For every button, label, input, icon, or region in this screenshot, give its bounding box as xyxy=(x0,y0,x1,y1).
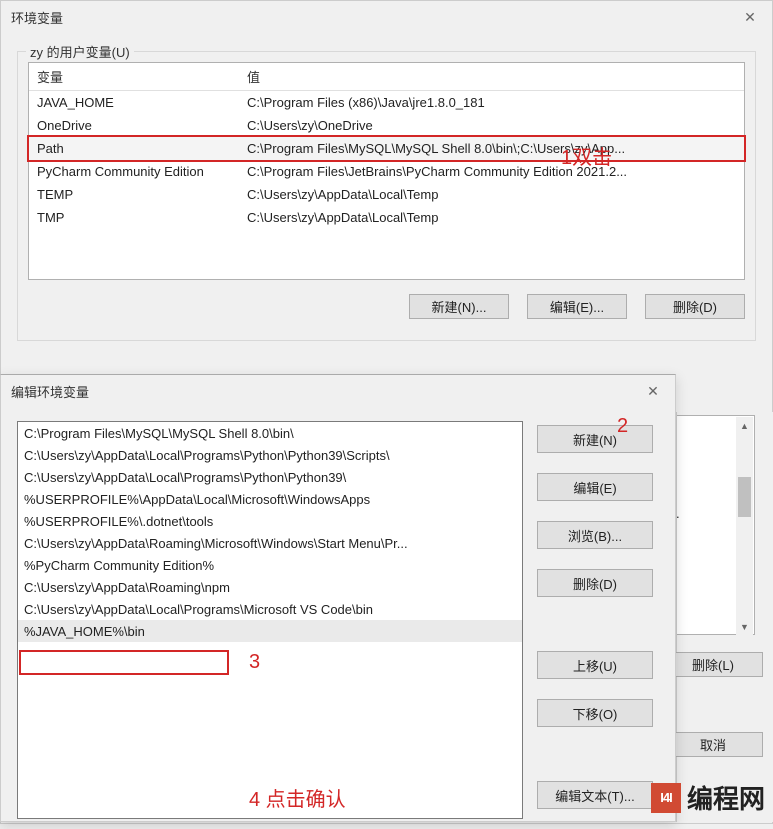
edit-titlebar: 编辑环境变量 ✕ xyxy=(1,375,675,407)
edit-text-button[interactable]: 编辑文本(T)... xyxy=(537,781,653,809)
user-vars-group-title: zy 的用户变量(U) xyxy=(26,42,134,61)
list-item[interactable]: %USERPROFILE%\.dotnet\tools xyxy=(18,510,522,532)
user-vars-group: zy 的用户变量(U) 变量 值 JAVA_HOME C:\Program Fi… xyxy=(17,51,756,341)
cell-var-name: TEMP xyxy=(37,187,247,202)
list-item[interactable]: %PyCharm Community Edition% xyxy=(18,554,522,576)
table-header: 变量 值 xyxy=(29,63,744,91)
main-title: 环境变量 xyxy=(11,8,63,27)
scrollbar-thumb[interactable] xyxy=(738,477,751,517)
edit-button[interactable]: 编辑(E) xyxy=(537,473,653,501)
cell-var-value: C:\Users\zy\OneDrive xyxy=(247,118,736,133)
move-down-button[interactable]: 下移(O) xyxy=(537,699,653,727)
table-row[interactable]: JAVA_HOME C:\Program Files (x86)\Java\jr… xyxy=(29,91,744,114)
close-icon[interactable]: ✕ xyxy=(639,381,667,401)
sys-delete-button[interactable]: 删除(L) xyxy=(663,652,763,677)
sys-cancel-button[interactable]: 取消 xyxy=(663,732,763,757)
list-item[interactable]: C:\Users\zy\AppData\Roaming\Microsoft\Wi… xyxy=(18,532,522,554)
edit-button[interactable]: 编辑(E)... xyxy=(527,294,627,319)
table-row-path[interactable]: Path C:\Program Files\MySQL\MySQL Shell … xyxy=(29,137,744,160)
delete-button[interactable]: 删除(D) xyxy=(645,294,745,319)
cell-var-name: TMP xyxy=(37,210,247,225)
main-titlebar: 环境变量 ✕ xyxy=(1,1,772,33)
move-up-button[interactable]: 上移(U) xyxy=(537,651,653,679)
close-icon[interactable]: ✕ xyxy=(736,7,764,27)
cell-var-value: C:\Program Files\MySQL\MySQL Shell 8.0\b… xyxy=(247,141,736,156)
list-item[interactable]: C:\Program Files\MySQL\MySQL Shell 8.0\b… xyxy=(18,422,522,444)
table-row[interactable]: OneDrive C:\Users\zy\OneDrive xyxy=(29,114,744,137)
list-item[interactable]: C:\Users\zy\AppData\Roaming\npm xyxy=(18,576,522,598)
browse-button[interactable]: 浏览(B)... xyxy=(537,521,653,549)
table-row[interactable]: PyCharm Community Edition C:\Program Fil… xyxy=(29,160,744,183)
system-vars-list-fragment[interactable]: ▲ ▼ ;C:\W... xyxy=(677,415,755,635)
table-row[interactable]: TEMP C:\Users\zy\AppData\Local\Temp xyxy=(29,183,744,206)
scroll-down-icon[interactable]: ▼ xyxy=(736,618,753,635)
list-item[interactable]: C:\Users\zy\AppData\Local\Programs\Pytho… xyxy=(18,466,522,488)
scrollbar[interactable]: ▲ ▼ xyxy=(736,417,753,635)
path-entries-list[interactable]: C:\Program Files\MySQL\MySQL Shell 8.0\b… xyxy=(17,421,523,819)
header-value[interactable]: 值 xyxy=(247,67,736,86)
list-item[interactable]: C:\Users\zy\AppData\Local\Programs\Micro… xyxy=(18,598,522,620)
new-button[interactable]: 新建(N) xyxy=(537,425,653,453)
edit-dialog-title: 编辑环境变量 xyxy=(11,382,89,401)
new-button[interactable]: 新建(N)... xyxy=(409,294,509,319)
list-item[interactable]: %USERPROFILE%\AppData\Local\Microsoft\Wi… xyxy=(18,488,522,510)
cell-var-name: Path xyxy=(37,141,247,156)
user-vars-table[interactable]: 变量 值 JAVA_HOME C:\Program Files (x86)\Ja… xyxy=(28,62,745,280)
cell-var-value: C:\Users\zy\AppData\Local\Temp xyxy=(247,210,736,225)
edit-dialog-buttons: 新建(N) 编辑(E) 浏览(B)... 删除(D) 上移(U) 下移(O) 编… xyxy=(537,421,653,819)
list-item[interactable]: C:\Users\zy\AppData\Local\Programs\Pytho… xyxy=(18,444,522,466)
cell-var-name: PyCharm Community Edition xyxy=(37,164,247,179)
scroll-up-icon[interactable]: ▲ xyxy=(736,417,753,434)
edit-dialog-body: C:\Program Files\MySQL\MySQL Shell 8.0\b… xyxy=(1,407,675,829)
cell-var-value: C:\Program Files (x86)\Java\jre1.8.0_181 xyxy=(247,95,736,110)
table-row[interactable]: TMP C:\Users\zy\AppData\Local\Temp xyxy=(29,206,744,229)
header-variable[interactable]: 变量 xyxy=(37,67,247,86)
cell-var-name: OneDrive xyxy=(37,118,247,133)
cell-var-value: C:\Users\zy\AppData\Local\Temp xyxy=(247,187,736,202)
system-vars-partial: ▲ ▼ ;C:\W... 删除(L) 取消 xyxy=(676,412,773,822)
list-item-java-home[interactable]: %JAVA_HOME%\bin xyxy=(18,620,522,642)
cell-var-name: JAVA_HOME xyxy=(37,95,247,110)
delete-button[interactable]: 删除(D) xyxy=(537,569,653,597)
edit-env-var-dialog: 编辑环境变量 ✕ C:\Program Files\MySQL\MySQL Sh… xyxy=(0,374,676,822)
cell-var-value: C:\Program Files\JetBrains\PyCharm Commu… xyxy=(247,164,736,179)
user-vars-button-row: 新建(N)... 编辑(E)... 删除(D) xyxy=(28,294,745,319)
